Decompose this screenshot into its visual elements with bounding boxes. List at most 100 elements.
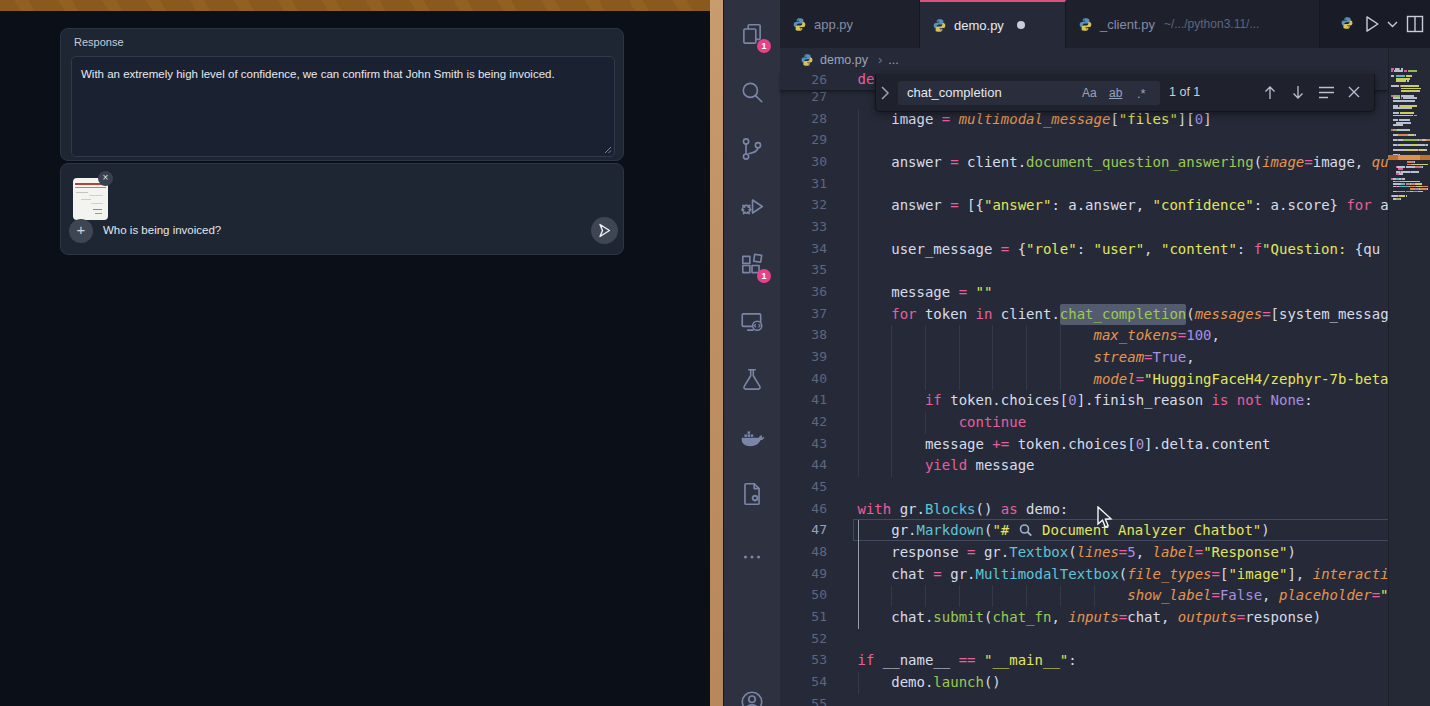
code-line[interactable]: answer = [{"answer": a.answer, "confiden…	[858, 195, 1389, 217]
split-editor-button[interactable]	[1405, 14, 1425, 34]
line-number[interactable]: 28	[780, 111, 827, 126]
code-line[interactable]: message += token.choices[0].delta.conten…	[858, 434, 1271, 456]
code-line[interactable]: model="HuggingFaceH4/zephyr-7b-beta	[858, 369, 1389, 391]
resize-handle-icon[interactable]	[603, 145, 612, 154]
code-line[interactable]: chat.submit(chat_fn, inputs=chat, output…	[858, 607, 1322, 629]
line-number[interactable]: 27	[780, 89, 827, 104]
line-number[interactable]: 42	[780, 414, 827, 429]
line-number[interactable]: 32	[780, 197, 827, 212]
code-line[interactable]: max_tokens=100,	[858, 325, 1220, 347]
activity-item-search[interactable]	[739, 79, 765, 105]
code-line[interactable]: for token in client.chat_completion(mess…	[858, 304, 1389, 326]
find-next-icon[interactable]	[1290, 84, 1306, 101]
code-line[interactable]: show_label=False, placeholder="	[858, 585, 1389, 607]
activity-item-account[interactable]	[739, 689, 765, 706]
editor-actions-zone	[1320, 0, 1430, 48]
activity-item-more[interactable]	[739, 544, 765, 570]
line-number[interactable]: 51	[780, 609, 827, 624]
remove-attachment-button[interactable]: ×	[98, 171, 113, 186]
activity-item-remote-explorer[interactable]	[739, 309, 765, 335]
code-line[interactable]: chat = gr.MultimodalTextbox(file_types=[…	[858, 564, 1389, 586]
close-find-icon[interactable]	[1346, 84, 1362, 100]
match-case-toggle[interactable]: Aa	[1082, 86, 1097, 100]
tab-_client.py[interactable]: _client.py~/.../python3.11/...	[1066, 0, 1320, 48]
python-icon	[1078, 17, 1093, 32]
find-in-selection-icon[interactable]	[1318, 86, 1335, 99]
indent-guide	[858, 130, 859, 152]
line-number[interactable]: 34	[780, 241, 827, 256]
regex-toggle[interactable]: .*	[1137, 86, 1146, 101]
response-label: Response	[74, 36, 124, 48]
line-number[interactable]: 52	[780, 631, 827, 646]
line-number[interactable]: 36	[780, 284, 827, 299]
minimap-content	[1388, 0, 1430, 706]
line-number[interactable]: 33	[780, 219, 827, 234]
find-result-count: 1 of 1	[1169, 85, 1200, 99]
find-previous-icon[interactable]	[1262, 84, 1278, 101]
line-number[interactable]: 55	[780, 696, 827, 706]
screen: Response With an extremely high level of…	[0, 0, 1430, 706]
line-number[interactable]: 41	[780, 392, 827, 407]
breadcrumb[interactable]: demo.py › ...	[780, 48, 1388, 72]
activity-item-source-control[interactable]	[739, 136, 765, 162]
chat-input[interactable]: Who is being invoiced?	[103, 224, 221, 236]
find-query: chat_completion	[907, 85, 1002, 100]
line-number[interactable]: 47	[780, 522, 827, 537]
code-line[interactable]: yield message	[858, 455, 1035, 477]
line-number[interactable]: 45	[780, 479, 827, 494]
line-number[interactable]: 43	[780, 436, 827, 451]
run-dropdown-chevron-icon[interactable]	[1386, 20, 1399, 29]
indent-guide	[858, 260, 859, 282]
code-line[interactable]: continue	[858, 412, 1027, 434]
line-number[interactable]: 53	[780, 652, 827, 667]
breadcrumb-more[interactable]: ...	[888, 53, 898, 67]
code-line[interactable]: gr.Markdown("# Document Analyzer Chatbot…	[858, 520, 1270, 542]
line-number[interactable]: 38	[780, 327, 827, 342]
line-number[interactable]: 48	[780, 544, 827, 559]
python-icon	[792, 17, 807, 32]
line-number[interactable]: 46	[780, 501, 827, 516]
window-divider	[710, 0, 724, 706]
tab-demo.py[interactable]: demo.py	[920, 0, 1066, 48]
line-number[interactable]: 35	[780, 262, 827, 277]
find-widget: chat_completion Aa ab .* 1 of 1	[875, 74, 1375, 112]
response-textarea[interactable]: With an extremely high level of confiden…	[71, 56, 615, 157]
activity-item-testing[interactable]	[739, 366, 765, 392]
line-number[interactable]: 29	[780, 132, 827, 147]
code-line[interactable]: if token.choices[0].finish_reason is not…	[858, 390, 1313, 412]
line-number[interactable]: 31	[780, 176, 827, 191]
activity-item-docker[interactable]	[739, 424, 765, 450]
code-line[interactable]: user_message = {"role": "user", "content…	[858, 239, 1381, 261]
find-input[interactable]: chat_completion Aa ab .*	[898, 81, 1160, 105]
line-number[interactable]: 49	[780, 566, 827, 581]
activity-item-run-debug[interactable]	[739, 193, 765, 219]
code-line[interactable]: response = gr.Textbox(lines=5, label="Re…	[858, 542, 1296, 564]
code-line[interactable]: stream=True,	[858, 347, 1195, 369]
indent-guide	[858, 217, 859, 239]
mouse-cursor	[1096, 506, 1118, 530]
code-line[interactable]: answer = client.document_question_answer…	[858, 152, 1389, 174]
find-expand-chevron-icon[interactable]	[878, 82, 892, 104]
code-line[interactable]: if __name__ == "__main__":	[858, 650, 1077, 672]
badge: 1	[757, 39, 771, 53]
code-line[interactable]: with gr.Blocks() as demo:	[858, 499, 1069, 521]
send-button[interactable]	[591, 217, 618, 244]
line-number[interactable]: 54	[780, 674, 827, 689]
line-number[interactable]: 44	[780, 457, 827, 472]
line-number[interactable]: 39	[780, 349, 827, 364]
run-button[interactable]	[1362, 14, 1382, 34]
code-line[interactable]: message = ""	[858, 282, 993, 304]
activity-item-task-runner[interactable]	[739, 481, 765, 507]
activity-item-extensions[interactable]: 1	[739, 252, 765, 278]
line-number[interactable]: 37	[780, 306, 827, 321]
line-number[interactable]: 40	[780, 371, 827, 386]
add-file-button[interactable]: +	[69, 219, 93, 243]
activity-item-explorer[interactable]: 1	[739, 22, 765, 48]
tab-app.py[interactable]: app.py	[780, 0, 920, 48]
whole-word-toggle[interactable]: ab	[1109, 86, 1122, 100]
badge: 1	[757, 269, 771, 283]
line-number[interactable]: 50	[780, 587, 827, 602]
code-line[interactable]: demo.launch()	[858, 672, 1001, 694]
breadcrumb-file[interactable]: demo.py	[820, 53, 868, 67]
line-number[interactable]: 30	[780, 154, 827, 169]
